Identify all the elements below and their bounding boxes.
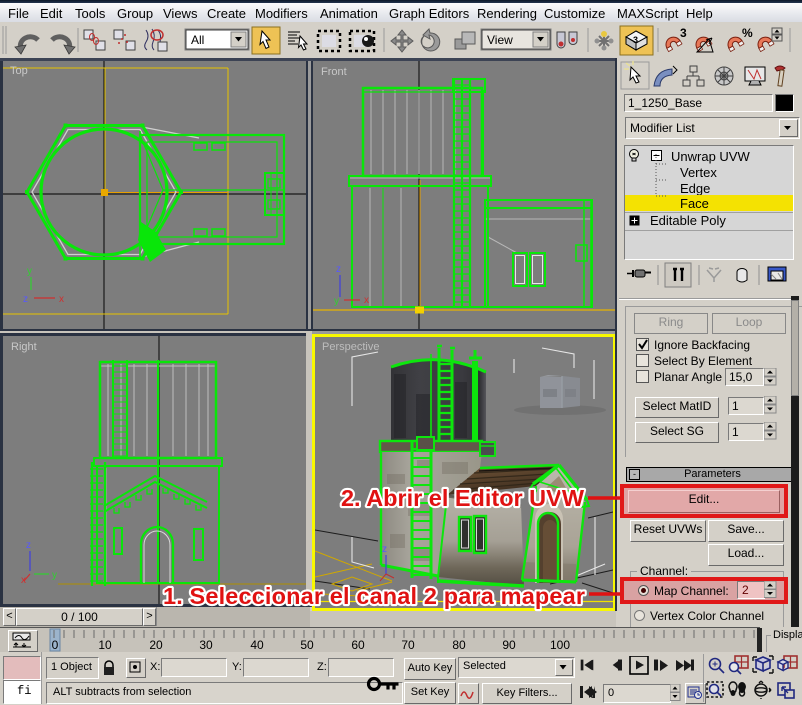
svg-text:Top: Top bbox=[10, 65, 28, 77]
svg-text:x: x bbox=[59, 294, 64, 305]
svg-text:x: x bbox=[364, 295, 369, 306]
svg-text:z: z bbox=[23, 294, 28, 305]
svg-text:x: x bbox=[21, 575, 26, 586]
svg-text:90: 90 bbox=[502, 638, 516, 652]
svg-text:10: 10 bbox=[98, 638, 112, 652]
svg-text:z: z bbox=[382, 544, 387, 555]
svg-text:40: 40 bbox=[250, 638, 264, 652]
svg-text:%: % bbox=[742, 26, 753, 40]
svg-text:0: 0 bbox=[52, 638, 59, 652]
svg-text:Perspective: Perspective bbox=[322, 341, 379, 353]
svg-text:y: y bbox=[27, 266, 32, 277]
svg-text:3: 3 bbox=[633, 35, 638, 45]
svg-text:z: z bbox=[26, 540, 31, 551]
svg-text:y: y bbox=[334, 296, 339, 307]
svg-text:All: All bbox=[191, 33, 204, 47]
svg-text:70: 70 bbox=[401, 638, 415, 652]
svg-text:Right: Right bbox=[11, 341, 37, 353]
svg-text:60: 60 bbox=[351, 638, 365, 652]
svg-text:80: 80 bbox=[452, 638, 466, 652]
svg-text:z: z bbox=[336, 264, 341, 275]
svg-text:y: y bbox=[52, 570, 57, 581]
svg-text:20: 20 bbox=[149, 638, 163, 652]
svg-text:30: 30 bbox=[199, 638, 213, 652]
svg-text:View: View bbox=[487, 33, 513, 47]
svg-text:50: 50 bbox=[300, 638, 314, 652]
svg-text:100: 100 bbox=[550, 638, 570, 652]
svg-text:Front: Front bbox=[321, 66, 347, 78]
svg-text:3: 3 bbox=[680, 26, 687, 40]
